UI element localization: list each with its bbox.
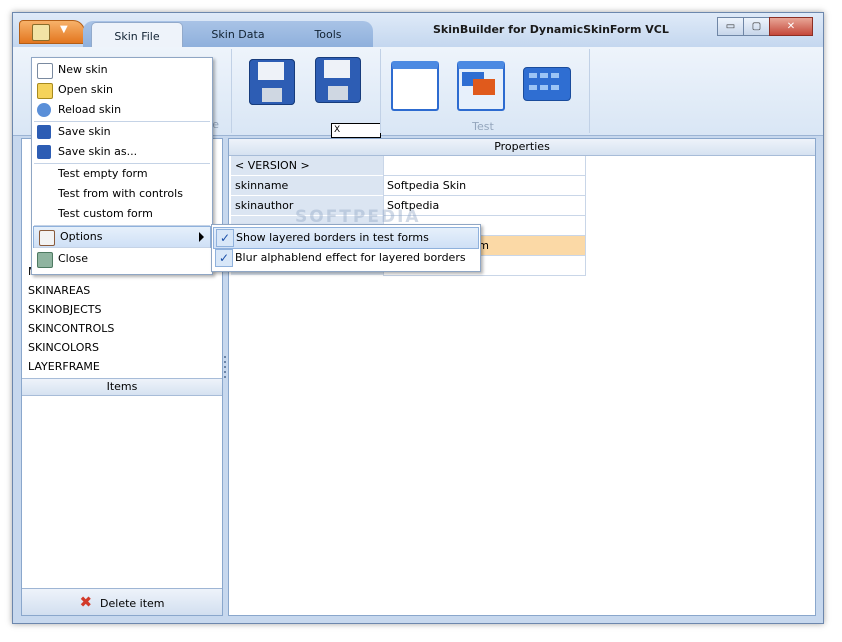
test-custom-form-button[interactable] [523, 67, 571, 101]
tab-tools[interactable]: Tools [283, 21, 373, 47]
window-controls: ▭ ▢ ✕ [717, 17, 813, 36]
property-value[interactable]: Softpedia Skin [383, 176, 586, 196]
menu-item-test-empty-form[interactable]: Test empty form [32, 164, 212, 184]
close-door-icon [37, 252, 53, 268]
menu-item-test-form-controls[interactable]: Test from with controls [32, 184, 212, 204]
check-icon: ✓ [216, 229, 234, 247]
tab-strip: Skin File Skin Data Tools [83, 21, 373, 48]
save-as-ribbon-button[interactable] [315, 57, 361, 103]
delete-x-icon: ✖ [79, 593, 93, 611]
tab-skin-data[interactable]: Skin Data [193, 21, 283, 47]
tree-item[interactable]: LAYERFRAME [28, 360, 100, 373]
property-row[interactable]: skinname Softpedia Skin [231, 176, 586, 196]
check-icon: ✓ [215, 249, 233, 267]
splitter-handle[interactable] [222, 353, 227, 393]
menu-item-save-skin-as[interactable]: Save skin as... [32, 142, 212, 162]
menu-item-new-skin[interactable]: New skin [32, 60, 212, 80]
chevron-down-icon: ▼ [60, 24, 68, 35]
ribbon-group-test-label: Test [472, 120, 494, 133]
application-menu: New skin Open skin Reload skin Save skin… [31, 57, 213, 275]
test-empty-form-button[interactable] [391, 61, 439, 111]
submenu-item-layered-borders[interactable]: ✓ Show layered borders in test forms [213, 227, 479, 249]
menu-item-options[interactable]: Options [33, 226, 211, 248]
tab-skin-file[interactable]: Skin File [91, 22, 183, 48]
save-icon [37, 125, 51, 139]
close-button[interactable]: ✕ [769, 17, 813, 36]
tooltip: X [331, 123, 381, 138]
tree-item[interactable]: SKINAREAS [28, 284, 90, 297]
minimize-button[interactable]: ▭ [717, 17, 744, 36]
save-skin-ribbon-button[interactable] [249, 59, 295, 105]
tree-item[interactable]: SKINCONTROLS [28, 322, 114, 335]
menu-item-save-skin[interactable]: Save skin [32, 122, 212, 142]
menu-item-close[interactable]: Close [32, 249, 212, 269]
property-name: < VERSION > [231, 156, 383, 176]
ribbon-separator [587, 49, 590, 133]
delete-item-label: Delete item [100, 597, 165, 610]
property-name: skinname [231, 176, 383, 196]
application-menu-button[interactable]: ▼ [19, 20, 85, 44]
reload-icon [37, 103, 51, 117]
test-form-controls-button[interactable] [457, 61, 505, 111]
tree-item[interactable]: SKINCOLORS [28, 341, 99, 354]
property-value[interactable] [383, 156, 586, 176]
save-as-icon [37, 145, 51, 159]
title-bar: ▼ Skin File Skin Data Tools SkinBuilder … [13, 13, 823, 48]
options-icon [39, 230, 55, 246]
submenu-item-blur-alphablend[interactable]: ✓ Blur alphablend effect for layered bor… [213, 248, 477, 268]
menu-item-open-skin[interactable]: Open skin [32, 80, 212, 100]
maximize-button[interactable]: ▢ [743, 17, 770, 36]
property-row[interactable]: < VERSION > [231, 156, 586, 176]
delete-item-button[interactable]: ✖ Delete item [22, 588, 222, 615]
properties-header: Properties [229, 139, 815, 156]
submenu-arrow-icon [199, 232, 204, 242]
items-header: Items [22, 378, 222, 396]
menu-item-reload-skin[interactable]: Reload skin [32, 100, 212, 120]
tree-item[interactable]: SKINOBJECTS [28, 303, 101, 316]
window-title: SkinBuilder for DynamicSkinForm VCL [433, 23, 669, 36]
new-file-icon [37, 63, 53, 79]
app-window: ▼ Skin File Skin Data Tools SkinBuilder … [12, 12, 824, 624]
app-logo-icon [32, 24, 50, 41]
options-submenu: ✓ Show layered borders in test forms ✓ B… [211, 224, 481, 272]
open-folder-icon [37, 83, 53, 99]
menu-item-test-custom-form[interactable]: Test custom form [32, 204, 212, 224]
